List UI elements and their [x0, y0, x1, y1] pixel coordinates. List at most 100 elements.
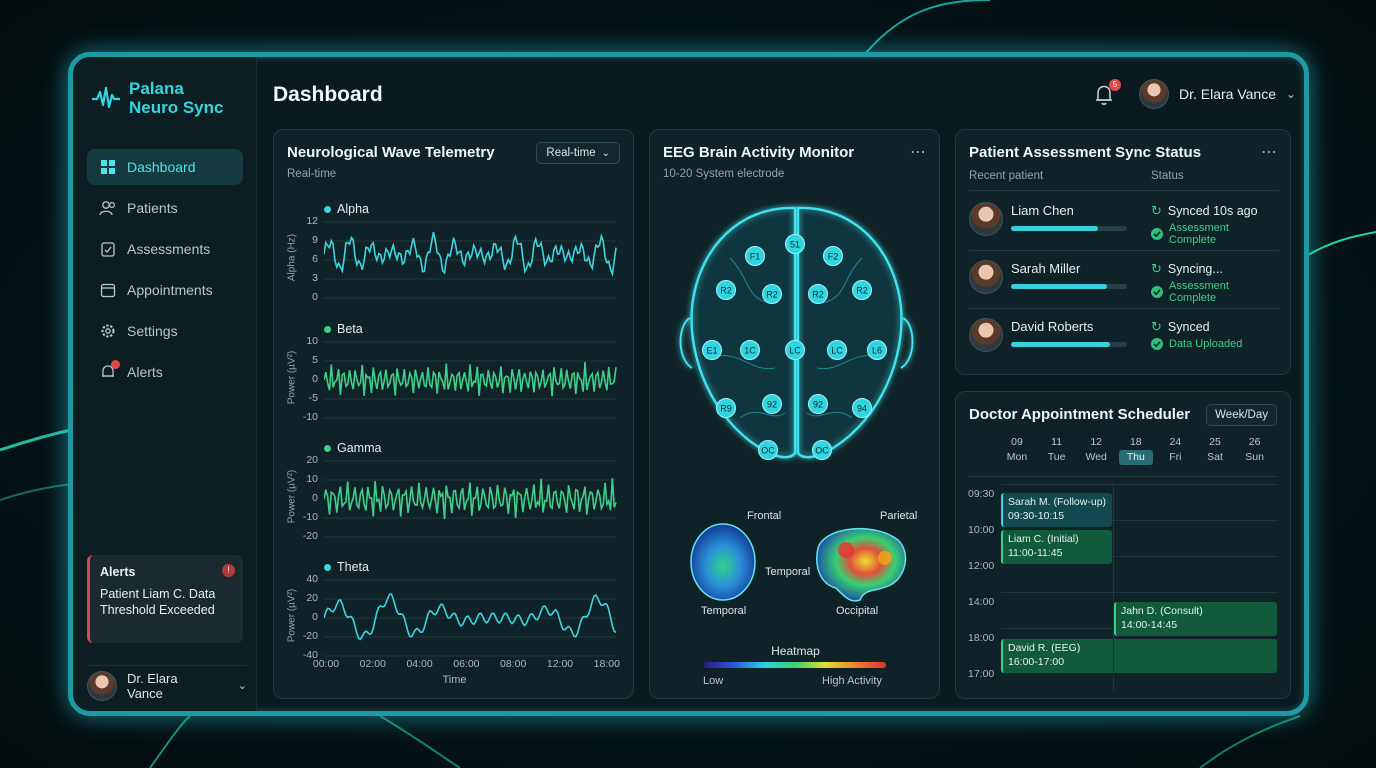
notification-badge: 5 [1109, 79, 1121, 91]
sidebar-user-menu[interactable]: Dr. Elara Vance ⌄ [87, 665, 247, 701]
electrode-node[interactable]: R2 [808, 284, 828, 304]
day-column-header[interactable]: 11 Tue [1040, 435, 1074, 465]
patient-name: David Roberts [1011, 319, 1094, 334]
x-tick-label: 02:00 [359, 658, 386, 670]
electrode-node[interactable]: 1C [740, 340, 760, 360]
day-column-header[interactable]: 26 Sun [1238, 435, 1272, 465]
sidebar-item-alerts[interactable]: Alerts [87, 354, 243, 390]
legend-dot [324, 205, 331, 213]
electrode-node[interactable]: OC [758, 440, 778, 460]
electrode-node[interactable]: F2 [823, 246, 843, 266]
electrode-node[interactable]: F1 [745, 246, 765, 266]
electrode-label: 92 [813, 400, 823, 410]
column-header-patient: Recent patient [969, 170, 1044, 182]
status-text: Synced [1167, 320, 1210, 334]
electrode-node[interactable]: 92 [808, 394, 828, 414]
electrode-node[interactable]: 51 [785, 234, 805, 254]
appointment-block[interactable]: David R. (EEG) 16:00-17:00 [1001, 639, 1277, 673]
card-subtitle: Real-time [287, 168, 337, 180]
day-name: Tue [1047, 451, 1066, 463]
sidebar-item-patients[interactable]: Patients [87, 190, 243, 226]
more-options-icon[interactable]: ⋯ [1261, 142, 1278, 162]
y-tick-label: 40 [306, 573, 318, 585]
gear-icon [99, 322, 117, 340]
sidebar-alert-card[interactable]: Alerts ! Patient Liam C. Data Threshold … [87, 555, 243, 643]
sync-row[interactable]: Sarah Miller ↻ Syncing... Assessment Comple… [969, 256, 1279, 306]
sidebar-item-assessments[interactable]: Assessments [87, 231, 243, 267]
day-name: Thu [1118, 450, 1153, 465]
telemetry-card: Neurological Wave Telemetry Real-time Re… [273, 129, 634, 699]
sidebar-item-appointments[interactable]: Appointments [87, 272, 243, 308]
electrode-node[interactable]: L6 [867, 340, 887, 360]
sync-progress-bar [1011, 342, 1127, 347]
electrode-node[interactable]: R9 [716, 398, 736, 418]
y-tick-label: 10 [306, 335, 318, 347]
divider [968, 476, 1278, 477]
pulse-logo-icon [92, 86, 120, 109]
sidebar-item-label: Settings [127, 323, 178, 339]
y-tick-label: 0 [312, 291, 318, 303]
day-column-divider [1113, 482, 1114, 692]
heatmap-low-label: Low [703, 675, 724, 687]
time-axis-label: Time [442, 674, 467, 686]
appointment-time: 14:00-14:45 [1121, 619, 1178, 631]
y-tick-label: -10 [302, 511, 318, 523]
wave-label-beta: Beta [324, 322, 363, 336]
sync-icon: ↻ [1151, 319, 1162, 334]
appointment-title: Liam C. (Initial) [1008, 533, 1079, 545]
sync-status: ↻ Synced [1151, 319, 1210, 335]
appointment-block[interactable]: Sarah M. (Follow-up) 09:30-10:15 [1001, 493, 1112, 527]
day-column-header[interactable]: 12 Wed [1079, 435, 1113, 465]
day-column-header[interactable]: 18 Thu [1118, 435, 1153, 465]
day-column-header[interactable]: 09 Mon [1000, 435, 1034, 465]
timeframe-select[interactable]: Real-time ⌄ [536, 142, 620, 164]
electrode-node[interactable]: OC [812, 440, 832, 460]
chevron-down-icon: ⌄ [237, 680, 247, 692]
electrode-label: E1 [706, 346, 717, 356]
electrode-node[interactable]: 94 [852, 398, 872, 418]
wave-label-alpha: Alpha [324, 202, 369, 216]
user-menu[interactable]: Dr. Elara Vance ⌄ [1139, 79, 1296, 109]
y-tick-label: -20 [302, 630, 318, 642]
divider [969, 190, 1279, 191]
chevron-down-icon: ⌄ [1286, 87, 1297, 101]
sidebar-item-settings[interactable]: Settings [87, 313, 243, 349]
sync-row[interactable]: Liam Chen ↻ Synced 10s ago Assessment Compl… [969, 198, 1279, 248]
x-tick-label: 12:00 [546, 658, 574, 670]
day-number: 25 [1209, 436, 1221, 448]
electrode-label: R2 [856, 286, 868, 296]
sidebar-item-dashboard[interactable]: Dashboard [87, 149, 243, 185]
region-label-temporal-left: Temporal [701, 605, 747, 617]
day-number: 12 [1090, 436, 1103, 448]
day-column-header[interactable]: 24 Fri [1158, 435, 1192, 465]
app-window: Palana Neuro Sync Dashboard Patients Ass… [68, 52, 1309, 716]
electrode-label: F2 [828, 252, 839, 262]
electrode-node[interactable]: R2 [762, 284, 782, 304]
sync-row[interactable]: David Roberts ↻ Synced Data Uploaded [969, 314, 1279, 364]
electrode-node[interactable]: R2 [852, 280, 872, 300]
view-toggle-button[interactable]: Week/Day [1206, 404, 1277, 426]
x-tick-label: 18:00 [593, 658, 620, 670]
waveform-line [324, 362, 617, 397]
loading-icon: ↻ [1151, 261, 1162, 276]
electrode-node[interactable]: R2 [716, 280, 736, 300]
appointment-block[interactable]: Liam C. (Initial) 11:00-11:45 [1001, 530, 1112, 564]
x-tick-label: 06:00 [453, 658, 480, 670]
alert-message: Patient Liam C. Data Threshold Exceeded [100, 587, 216, 617]
card-title: Neurological Wave Telemetry [287, 144, 495, 161]
electrode-node[interactable]: LC [827, 340, 847, 360]
day-column-header[interactable]: 25 Sat [1198, 435, 1232, 465]
electrode-label: R9 [720, 404, 732, 414]
electrode-node[interactable]: LC [785, 340, 805, 360]
waveform-line [324, 593, 617, 641]
scheduler-card: Doctor Appointment Scheduler Week/Day 09… [955, 391, 1291, 699]
more-options-icon[interactable]: ⋯ [910, 142, 927, 162]
heatmap-high-label: High Activity [822, 675, 882, 687]
appointment-block[interactable]: Jahn D. (Consult) 14:00-14:45 [1114, 602, 1277, 636]
sidebar-item-label: Dashboard [127, 159, 196, 175]
time-label: 09:30 [968, 488, 995, 500]
time-label: 10:00 [968, 524, 995, 536]
electrode-node[interactable]: E1 [702, 340, 722, 360]
notifications-button[interactable]: 5 [1093, 79, 1121, 107]
electrode-node[interactable]: 92 [762, 394, 782, 414]
